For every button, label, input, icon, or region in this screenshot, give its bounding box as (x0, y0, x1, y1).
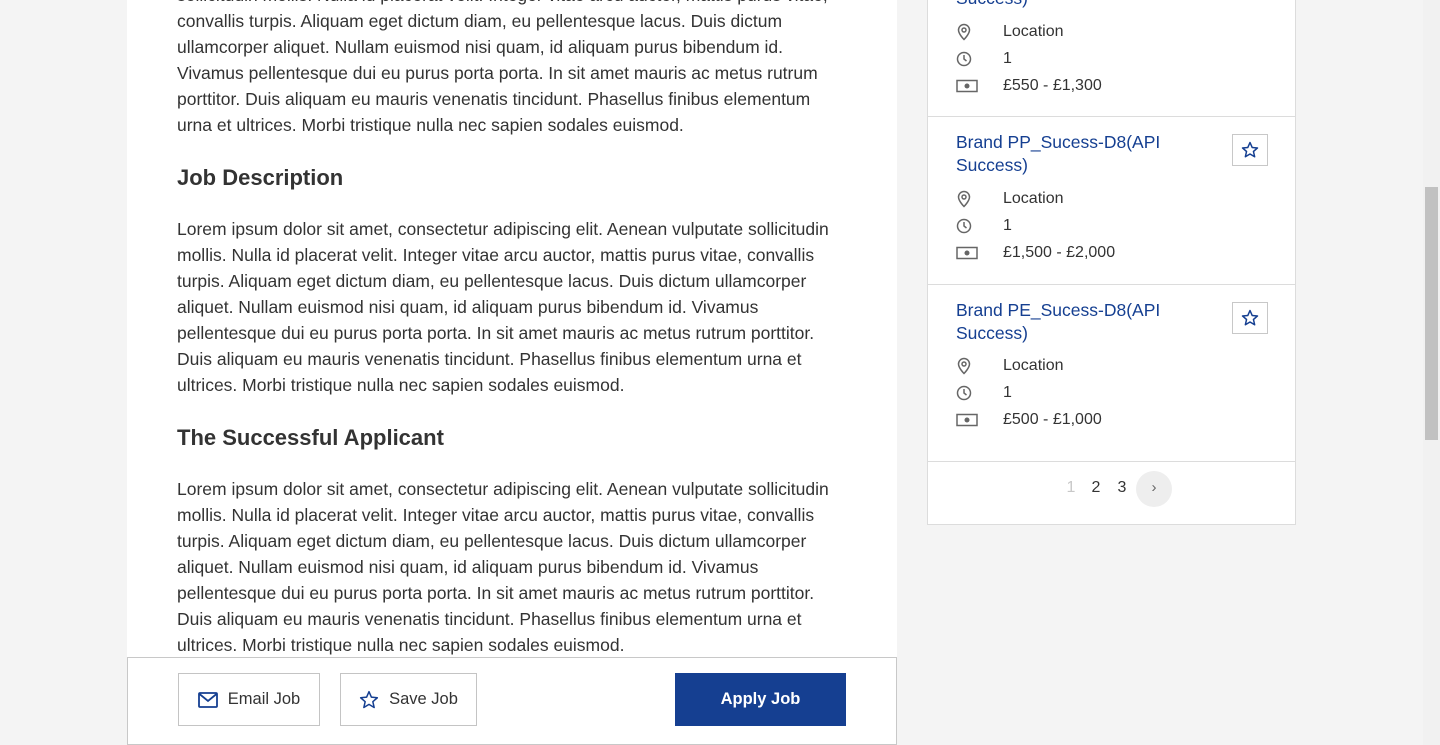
banknote-icon (956, 246, 1003, 260)
job-salary-text: £550 - £1,300 (1003, 77, 1102, 94)
job-title-link[interactable]: Brand PP_Sucess-D8(API Success) (956, 131, 1196, 177)
job-location: Location (956, 354, 1064, 378)
job-location-text: Location (1003, 357, 1064, 374)
job-action-bar: Email Job Save Job Apply Job (127, 657, 897, 745)
map-pin-icon (956, 357, 1003, 375)
page-2-link[interactable]: 2 (1086, 470, 1106, 506)
job-hours-text: 1 (1003, 50, 1012, 67)
banknote-icon (956, 413, 1003, 427)
job-hours: 1 (956, 381, 1012, 405)
job-salary: £500 - £1,000 (956, 408, 1102, 432)
job-salary-text: £500 - £1,000 (1003, 411, 1102, 428)
map-pin-icon (956, 190, 1003, 208)
job-location-text: Location (1003, 23, 1064, 40)
favorite-job-button[interactable] (1232, 302, 1268, 334)
page-3-link[interactable]: 3 (1112, 470, 1132, 506)
next-page-button[interactable]: › (1136, 471, 1172, 507)
email-job-label: Email Job (227, 690, 301, 708)
apply-job-button[interactable]: Apply Job (675, 673, 846, 726)
job-salary-text: £1,500 - £2,000 (1003, 244, 1116, 261)
job-title-link[interactable]: Brand PE_Sucess-D8(API Success) (956, 299, 1196, 345)
save-job-label: Save Job (389, 690, 458, 708)
clock-icon (956, 51, 1003, 67)
map-pin-icon (956, 23, 1003, 41)
section-text-job-description: Lorem ipsum dolor sit amet, consectetur … (177, 219, 829, 395)
clock-icon (956, 218, 1003, 234)
pagination: 1 2 3 › (928, 462, 1295, 524)
job-card: Brand PE_Sucess-D8(API Success) Location… (928, 285, 1295, 462)
scrollbar-thumb[interactable] (1425, 187, 1438, 440)
section-heading-job-description: Job Description (177, 165, 344, 190)
star-icon (1241, 141, 1259, 159)
clock-icon (956, 385, 1003, 401)
star-icon (359, 690, 379, 710)
star-icon (1241, 309, 1259, 327)
job-location-text: Location (1003, 190, 1064, 207)
job-salary: £1,500 - £2,000 (956, 241, 1115, 265)
intro-paragraph: sollicitudin mollis. Nulla id placerat v… (177, 0, 828, 135)
banknote-icon (956, 79, 1003, 93)
job-title-link[interactable]: Success) (956, 0, 1196, 10)
job-detail-card: sollicitudin mollis. Nulla id placerat v… (127, 0, 897, 745)
page-scrollbar[interactable] (1423, 0, 1440, 745)
job-hours-text: 1 (1003, 384, 1012, 401)
favorite-job-button[interactable] (1232, 134, 1268, 166)
envelope-icon (197, 691, 218, 708)
job-location: Location (956, 20, 1064, 44)
page-1-link: 1 (1066, 479, 1076, 496)
job-salary: £550 - £1,300 (956, 74, 1102, 98)
job-card: Success) Location 1 £550 - £1,300 (928, 0, 1295, 117)
section-heading-successful-applicant: The Successful Applicant (177, 425, 444, 450)
job-hours-text: 1 (1003, 217, 1012, 234)
job-card: Brand PP_Sucess-D8(API Success) Location… (928, 117, 1295, 285)
email-job-button[interactable]: Email Job (178, 673, 320, 726)
job-location: Location (956, 187, 1064, 211)
save-job-button[interactable]: Save Job (340, 673, 477, 726)
job-hours: 1 (956, 214, 1012, 238)
job-hours: 1 (956, 47, 1012, 71)
related-jobs-sidebar: Success) Location 1 £550 - £1,300 Brand … (927, 0, 1296, 525)
job-content: sollicitudin mollis. Nulla id placerat v… (177, 0, 847, 658)
section-text-successful-applicant: Lorem ipsum dolor sit amet, consectetur … (177, 479, 829, 655)
